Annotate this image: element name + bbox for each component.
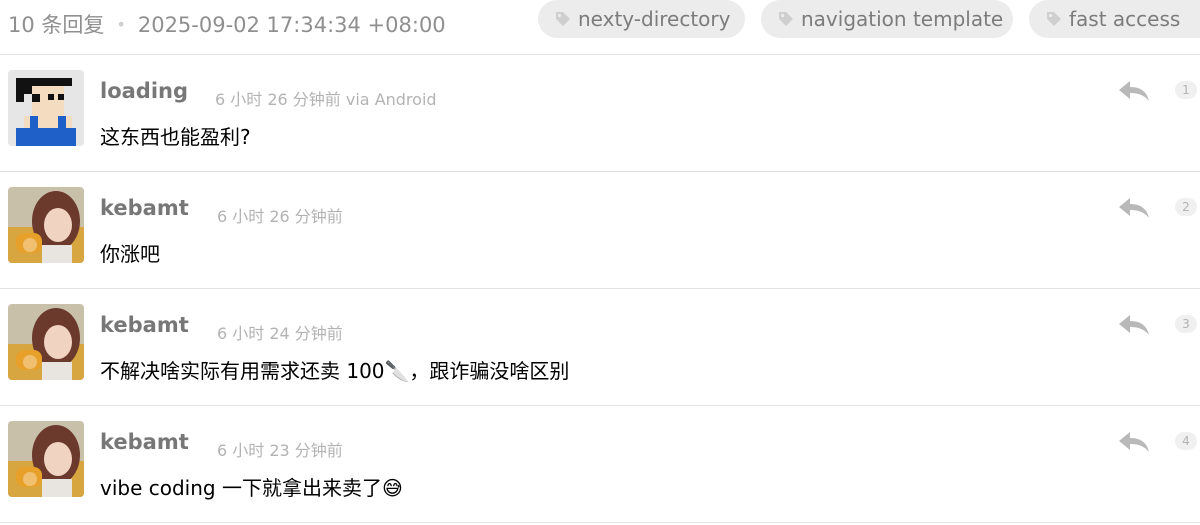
reply-button[interactable] — [1118, 313, 1150, 341]
avatar[interactable] — [8, 421, 84, 497]
reply-content: 你涨吧 — [100, 242, 160, 266]
username[interactable]: kebamt — [100, 313, 189, 337]
reply-item: kebamt 6 小时 23 分钟前 vibe coding 一下就拿出来卖了😅… — [0, 406, 1200, 523]
reply-content: 这东西也能盈利? — [100, 125, 251, 149]
meta-separator: • — [116, 15, 126, 34]
reply-content: vibe coding 一下就拿出来卖了😅 — [100, 476, 403, 500]
tag-icon — [1045, 10, 1063, 28]
username[interactable]: loading — [100, 79, 188, 103]
avatar[interactable] — [8, 70, 84, 146]
username[interactable]: kebamt — [100, 196, 189, 220]
topic-timestamp: 2025-09-02 17:34:34 +08:00 — [137, 13, 446, 37]
reply-arrow-icon — [1118, 313, 1150, 337]
reply-time: 6 小时 26 分钟前 via Android — [215, 90, 437, 109]
photo-avatar-icon — [8, 187, 84, 263]
tag-fast-access[interactable]: fast access — [1029, 0, 1200, 38]
pixel-avatar-icon — [8, 70, 84, 146]
reply-arrow-icon — [1118, 430, 1150, 454]
reply-time: 6 小时 26 分钟前 — [217, 207, 343, 226]
reply-item: loading 6 小时 26 分钟前 via Android 这东西也能盈利?… — [0, 55, 1200, 172]
reply-item: kebamt 6 小时 24 分钟前 不解决啥实际有用需求还卖 100🔪，跟诈骗… — [0, 289, 1200, 406]
reply-time: 6 小时 24 分钟前 — [217, 324, 343, 343]
tag-icon — [777, 10, 795, 28]
tag-label: fast access — [1069, 7, 1181, 31]
reply-item: kebamt 6 小时 26 分钟前 你涨吧 2 — [0, 172, 1200, 289]
avatar[interactable] — [8, 304, 84, 380]
reply-time: 6 小时 23 分钟前 — [217, 441, 343, 460]
floor-number: 3 — [1175, 315, 1197, 333]
tag-label: navigation template — [801, 7, 1004, 31]
topic-meta-bar: 10 条回复 • 2025-09-02 17:34:34 +08:00 nexty-… — [0, 0, 1200, 55]
reply-button[interactable] — [1118, 79, 1150, 107]
reply-arrow-icon — [1118, 196, 1150, 220]
reply-content: 不解决啥实际有用需求还卖 100🔪，跟诈骗没啥区别 — [100, 359, 570, 383]
tag-label: nexty-directory — [578, 7, 731, 31]
avatar[interactable] — [8, 187, 84, 263]
topic-meta: 10 条回复 • 2025-09-02 17:34:34 +08:00 — [8, 9, 446, 39]
username[interactable]: kebamt — [100, 430, 189, 454]
tag-icon — [554, 10, 572, 28]
tag-nexty-directory[interactable]: nexty-directory — [538, 0, 745, 38]
tag-navigation-template[interactable]: navigation template — [761, 0, 1013, 38]
photo-avatar-icon — [8, 421, 84, 497]
floor-number: 1 — [1175, 81, 1197, 99]
reply-arrow-icon — [1118, 79, 1150, 103]
reply-count: 10 条回复 — [8, 13, 105, 37]
photo-avatar-icon — [8, 304, 84, 380]
floor-number: 4 — [1175, 432, 1197, 450]
reply-button[interactable] — [1118, 196, 1150, 224]
reply-button[interactable] — [1118, 430, 1150, 458]
floor-number: 2 — [1175, 198, 1197, 216]
